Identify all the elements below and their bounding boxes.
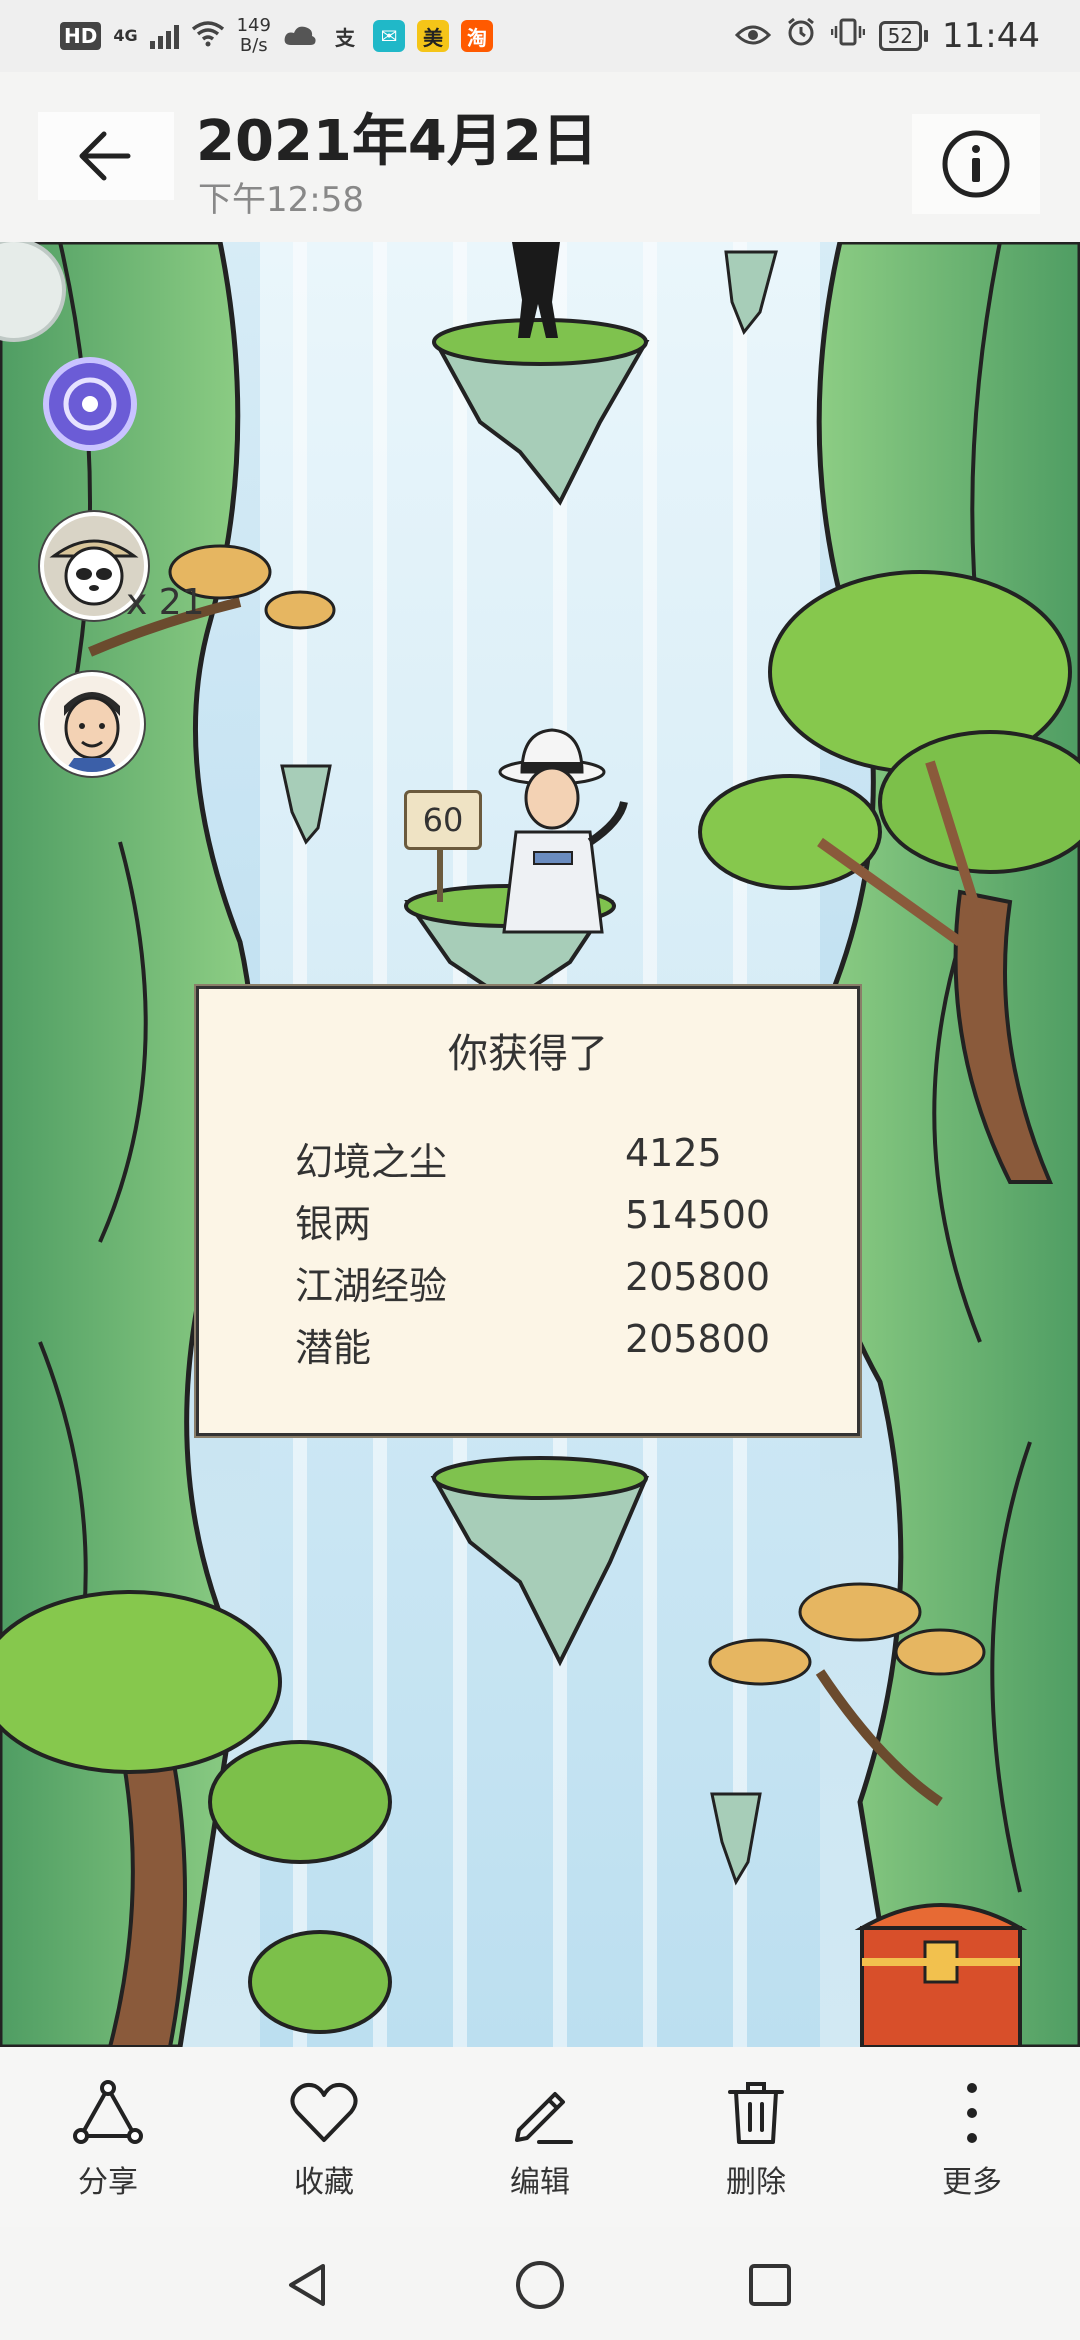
game-screenshot: x 21 60 你获得了 幻境之尘 4125 银两 514500 江湖经验 20… — [0, 242, 1080, 2047]
reward-value: 514500 — [625, 1193, 771, 1237]
heart-icon — [290, 2082, 358, 2142]
edit-label: 编辑 — [510, 2165, 570, 2200]
viewer-header: 2021年4月2日 下午12:58 — [0, 72, 1080, 242]
reward-row: 潜能 205800 — [295, 1317, 775, 1373]
reward-row: 幻境之尘 4125 — [295, 1131, 775, 1187]
meituan-icon: 美 — [416, 20, 449, 52]
nav-recents-button[interactable] — [740, 2255, 800, 2315]
reward-title: 你获得了 — [448, 1031, 608, 1077]
pencil-icon — [515, 2092, 573, 2144]
info-icon — [942, 130, 1010, 198]
share-button[interactable]: 分享 — [38, 2075, 178, 2201]
clock: 11:44 — [942, 16, 1040, 56]
cloud-icon — [283, 17, 317, 55]
more-vertical-icon — [967, 2083, 977, 2143]
signal-icon — [149, 23, 179, 49]
page-subtitle: 下午12:58 — [198, 180, 364, 220]
delete-button[interactable]: 删除 — [686, 2075, 826, 2201]
alipay-icon: 支 — [334, 25, 355, 50]
nav-home-button[interactable] — [510, 2255, 570, 2315]
player-avatar[interactable] — [40, 672, 144, 776]
delete-label: 删除 — [726, 2165, 786, 2200]
back-button[interactable] — [38, 112, 174, 200]
wifi-icon — [191, 17, 225, 55]
reward-name: 幻境之尘 — [295, 1140, 448, 1184]
info-button[interactable] — [912, 114, 1040, 214]
bottom-toolbar: 分享 收藏 编辑 删除 更多 — [0, 2047, 1080, 2227]
square-recents-icon — [749, 2264, 791, 2306]
more-button[interactable]: 更多 — [902, 2075, 1042, 2201]
battery-icon: 52 — [878, 21, 929, 51]
share-icon — [73, 2080, 143, 2144]
reward-value: 4125 — [625, 1131, 722, 1175]
favorite-label: 收藏 — [294, 2165, 354, 2200]
network-type: 4G — [113, 26, 138, 45]
reward-row: 江湖经验 205800 — [295, 1255, 775, 1311]
reward-name: 潜能 — [295, 1326, 372, 1370]
friend-count: x 21 — [126, 582, 205, 623]
circle-home-icon — [516, 2261, 564, 2309]
reward-name: 江湖经验 — [295, 1264, 448, 1308]
mail-app-icon: ✉ — [372, 20, 405, 52]
arrow-left-icon — [79, 131, 131, 181]
alarm-icon — [785, 16, 817, 56]
reward-row: 银两 514500 — [295, 1193, 775, 1249]
vibrate-icon — [830, 17, 865, 55]
share-label: 分享 — [78, 2165, 138, 2200]
trash-icon — [728, 2082, 784, 2144]
triangle-back-icon — [289, 2264, 325, 2306]
taobao-icon: 淘 — [460, 20, 493, 52]
page-title: 2021年4月2日 — [196, 109, 598, 174]
eye-icon — [734, 17, 771, 55]
reward-value: 205800 — [625, 1255, 771, 1299]
system-navigation-bar — [0, 2227, 1080, 2340]
floor-sign: 60 — [404, 790, 482, 850]
hd-indicator: HD — [60, 22, 102, 50]
edit-button[interactable]: 编辑 — [470, 2075, 610, 2201]
face-icon — [64, 692, 120, 772]
network-speed: 149 B/s — [236, 15, 271, 56]
favorite-button[interactable]: 收藏 — [254, 2075, 394, 2201]
status-bar: HD 4G 149 B/s 支 ✉ 美 淘 52 11:44 — [0, 0, 1080, 72]
more-label: 更多 — [942, 2165, 1002, 2200]
reward-name: 银两 — [295, 1202, 372, 1246]
nav-back-button[interactable] — [278, 2255, 338, 2315]
reward-value: 205800 — [625, 1317, 771, 1361]
reward-dialog: 你获得了 幻境之尘 4125 银两 514500 江湖经验 205800 潜能 … — [196, 986, 860, 1436]
